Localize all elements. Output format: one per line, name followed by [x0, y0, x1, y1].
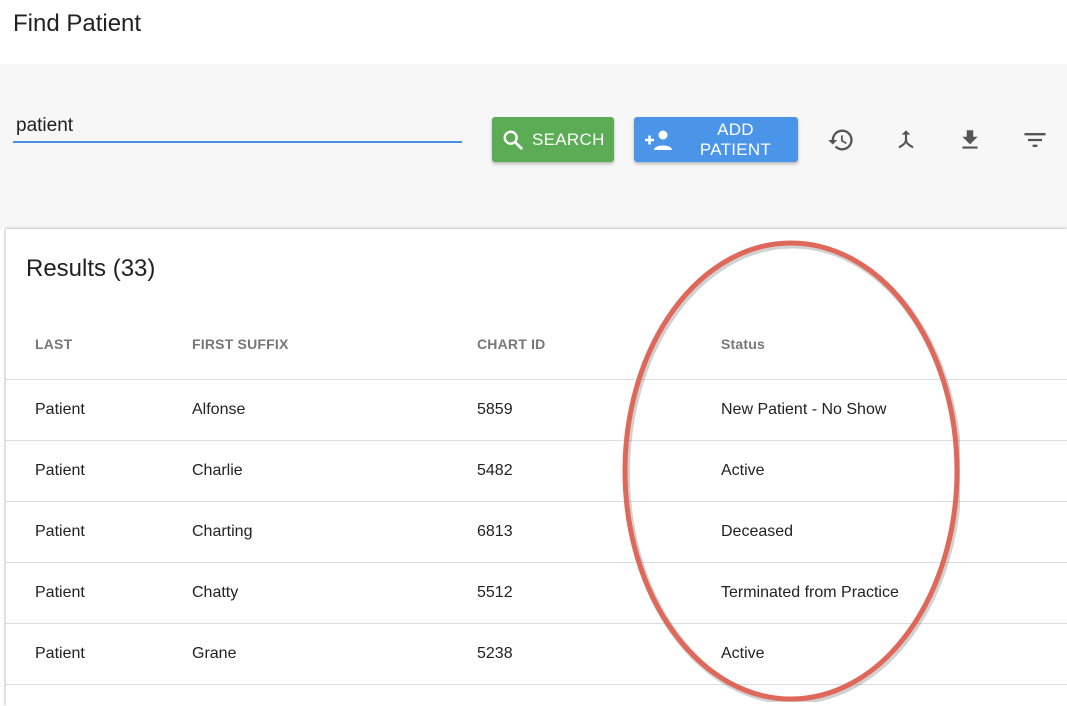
- add-patient-button-label: ADD PATIENT: [699, 119, 772, 159]
- search-button[interactable]: SEARCH: [492, 117, 614, 162]
- search-button-label: SEARCH: [532, 129, 605, 149]
- cell-first-suffix: Charlie: [192, 462, 243, 479]
- table-row[interactable]: Patient Charting 6813 Deceased: [6, 501, 1067, 562]
- cell-status: Active: [721, 462, 765, 479]
- cell-chart-id: 6813: [477, 523, 513, 540]
- table-row[interactable]: Patient Alfonse 5859 New Patient - No Sh…: [6, 379, 1067, 440]
- cell-status: Deceased: [721, 523, 794, 540]
- add-person-icon: [644, 129, 674, 151]
- page-title: Find Patient: [13, 10, 142, 37]
- cell-chart-id: 5238: [477, 645, 513, 662]
- cell-last: Patient: [35, 462, 85, 479]
- table-row[interactable]: Patient Charlie 5482 Active: [6, 440, 1067, 501]
- results-card: Results (33) LAST FIRST SUFFIX CHART ID …: [6, 229, 1067, 706]
- cell-last: Patient: [35, 523, 85, 540]
- cell-chart-id: 5512: [477, 584, 513, 601]
- cell-first-suffix: Alfonse: [192, 401, 246, 418]
- column-header-status[interactable]: Status: [721, 336, 765, 352]
- table-row[interactable]: Patient Grane 5238 Active: [6, 623, 1067, 684]
- merge-icon[interactable]: [891, 125, 921, 155]
- add-patient-button[interactable]: ADD PATIENT: [634, 117, 798, 162]
- download-icon[interactable]: [955, 125, 985, 155]
- search-icon: [502, 129, 524, 151]
- cell-status: New Patient - No Show: [721, 401, 887, 418]
- cell-last: Patient: [35, 584, 85, 601]
- cell-last: Patient: [35, 401, 85, 418]
- cell-last: Patient: [35, 645, 85, 662]
- cell-chart-id: 5859: [477, 401, 513, 418]
- cell-status: Terminated from Practice: [721, 584, 899, 601]
- filter-icon[interactable]: [1020, 125, 1050, 155]
- cell-first-suffix: Grane: [192, 645, 237, 662]
- column-header-first-suffix[interactable]: FIRST SUFFIX: [192, 336, 289, 352]
- table-row[interactable]: Patient Chatty 5512 Terminated from Prac…: [6, 562, 1067, 623]
- cell-status: Active: [721, 645, 765, 662]
- search-input[interactable]: [13, 111, 462, 143]
- column-header-chart-id[interactable]: CHART ID: [477, 336, 545, 352]
- history-icon[interactable]: [826, 125, 856, 155]
- column-header-last[interactable]: LAST: [35, 336, 72, 352]
- cell-first-suffix: Chatty: [192, 584, 239, 601]
- results-title: Results (33): [26, 255, 156, 282]
- cell-chart-id: 5482: [477, 462, 513, 479]
- table-divider: [6, 684, 1067, 685]
- cell-first-suffix: Charting: [192, 523, 253, 540]
